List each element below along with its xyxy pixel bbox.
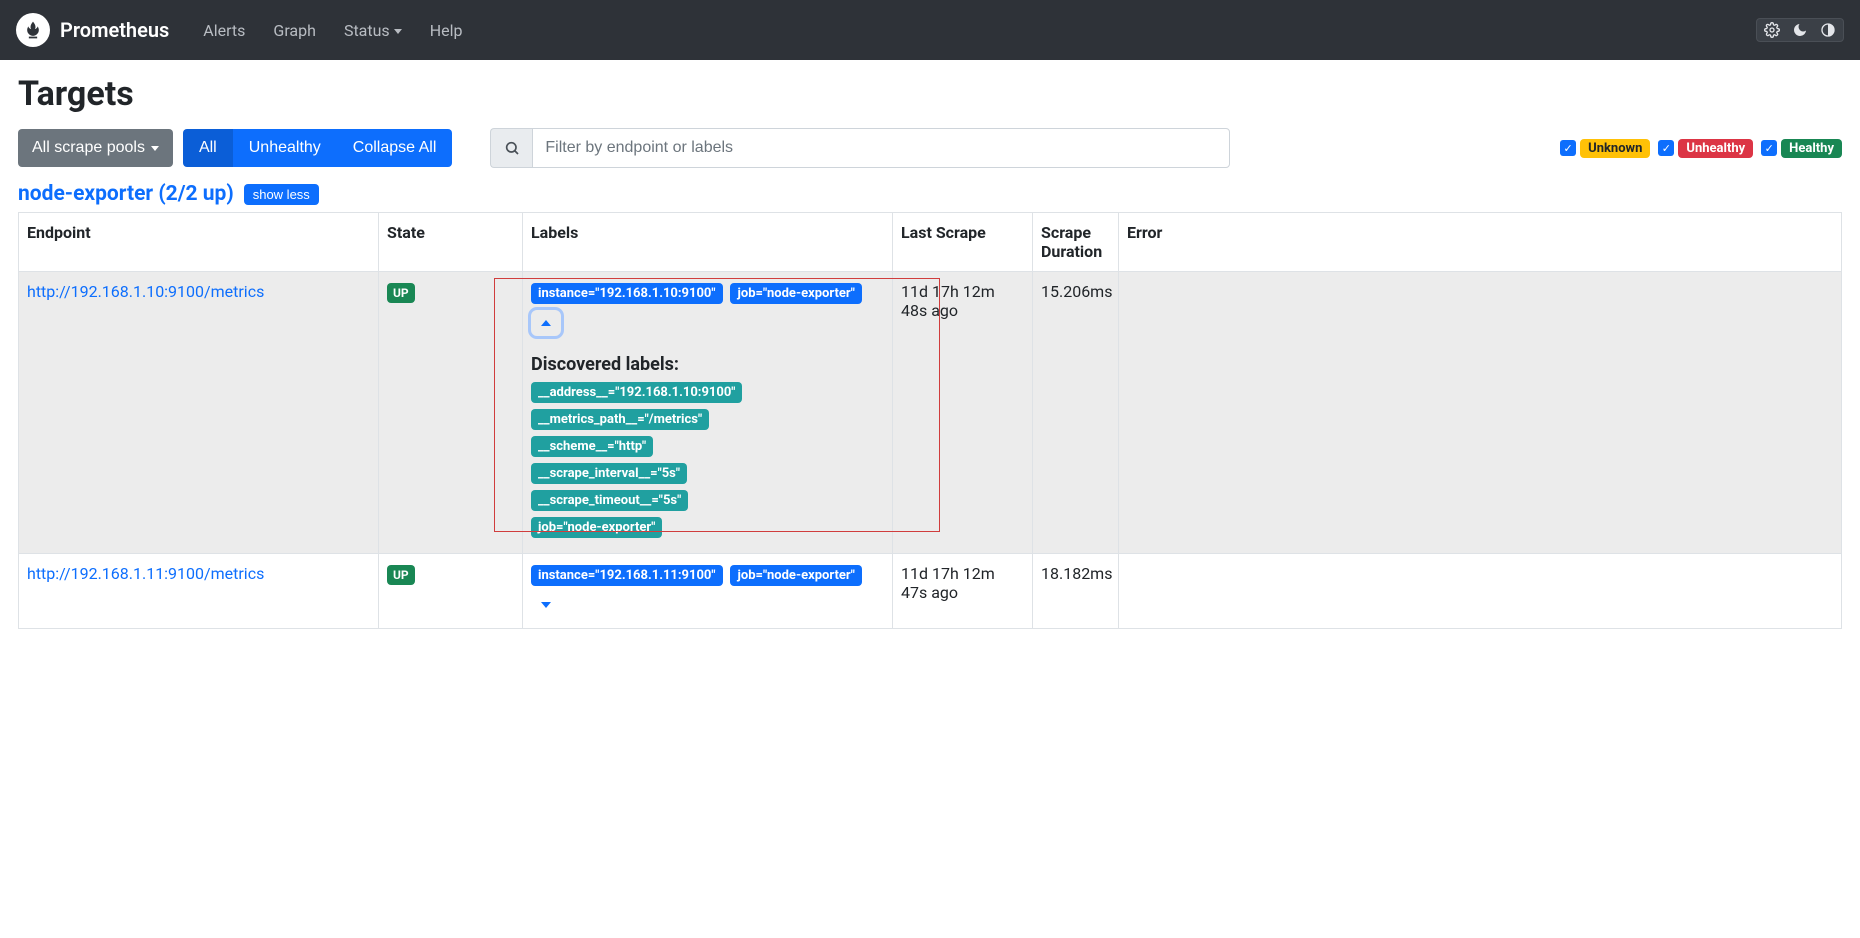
discovered-label: __scrape_timeout__="5s" <box>531 490 688 511</box>
scrape-error <box>1119 272 1842 554</box>
target-row: http://192.168.1.11:9100/metrics UP inst… <box>19 554 1842 629</box>
state-badge: UP <box>387 565 415 585</box>
target-row: http://192.168.1.10:9100/metrics UP inst… <box>19 272 1842 554</box>
labels-collapse-button[interactable] <box>531 310 561 336</box>
last-scrape: 11d 17h 12m 47s ago <box>893 554 1033 629</box>
brand-name: Prometheus <box>60 18 169 42</box>
discovered-label: __scheme__="http" <box>531 436 653 457</box>
targets-table: Endpoint State Labels Last Scrape Scrape… <box>18 212 1842 629</box>
search-input[interactable] <box>532 128 1230 168</box>
nav-status[interactable]: Status <box>334 15 412 46</box>
state-badge: UP <box>387 283 415 303</box>
scrape-pool-selector[interactable]: All scrape pools <box>18 129 173 167</box>
checkbox-icon[interactable]: ✓ <box>1560 140 1576 156</box>
contrast-icon[interactable] <box>1819 21 1837 39</box>
label-job: job="node-exporter" <box>730 565 861 586</box>
page-body: Targets All scrape pools All Unhealthy C… <box>0 60 1860 643</box>
endpoint-link[interactable]: http://192.168.1.10:9100/metrics <box>27 282 264 301</box>
col-error: Error <box>1119 213 1842 272</box>
brand[interactable]: Prometheus <box>16 13 169 47</box>
col-endpoint: Endpoint <box>19 213 379 272</box>
discovered-label: job="node-exporter" <box>531 517 662 538</box>
nav-right <box>1756 18 1844 42</box>
search-wrap <box>490 128 1230 168</box>
discovered-labels: Discovered labels: __address__="192.168.… <box>531 354 884 543</box>
filter-unhealthy[interactable]: Unhealthy <box>233 129 337 167</box>
legend-unknown[interactable]: ✓ Unknown <box>1560 139 1650 158</box>
checkbox-icon[interactable]: ✓ <box>1658 140 1674 156</box>
collapse-all[interactable]: Collapse All <box>337 129 453 167</box>
filter-pills: All Unhealthy Collapse All <box>183 129 452 167</box>
table-header-row: Endpoint State Labels Last Scrape Scrape… <box>19 213 1842 272</box>
endpoint-link[interactable]: http://192.168.1.11:9100/metrics <box>27 564 264 583</box>
pool-header: node-exporter (2/2 up) show less <box>18 182 1842 206</box>
legend-unhealthy-label: Unhealthy <box>1678 139 1753 158</box>
scrape-error <box>1119 554 1842 629</box>
legend-healthy[interactable]: ✓ Healthy <box>1761 139 1842 158</box>
discovered-label: __metrics_path__="/metrics" <box>531 409 709 430</box>
col-scrape-duration: Scrape Duration <box>1033 213 1119 272</box>
nav-graph[interactable]: Graph <box>263 15 326 46</box>
discovered-label: __address__="192.168.1.10:9100" <box>531 382 742 403</box>
discovered-labels-title: Discovered labels: <box>531 354 884 375</box>
nav-left: Prometheus Alerts Graph Status Help <box>16 13 472 47</box>
controls-row: All scrape pools All Unhealthy Collapse … <box>18 128 1842 168</box>
labels-expand-button[interactable] <box>531 592 561 618</box>
scrape-duration: 15.206ms <box>1033 272 1119 554</box>
filter-all[interactable]: All <box>183 129 233 167</box>
col-state: State <box>379 213 523 272</box>
last-scrape: 11d 17h 12m 48s ago <box>893 272 1033 554</box>
pool-title[interactable]: node-exporter (2/2 up) <box>18 182 234 206</box>
moon-icon[interactable] <box>1791 21 1809 39</box>
scrape-duration: 18.182ms <box>1033 554 1119 629</box>
legend: ✓ Unknown ✓ Unhealthy ✓ Healthy <box>1560 139 1842 158</box>
label-job: job="node-exporter" <box>730 283 861 304</box>
search-icon <box>490 128 532 168</box>
navbar: Prometheus Alerts Graph Status Help <box>0 0 1860 60</box>
gear-icon[interactable] <box>1763 21 1781 39</box>
nav-help[interactable]: Help <box>420 15 473 46</box>
label-instance: instance="192.168.1.11:9100" <box>531 565 723 586</box>
col-last-scrape: Last Scrape <box>893 213 1033 272</box>
discovered-label: __scrape_interval__="5s" <box>531 463 687 484</box>
show-less-button[interactable]: show less <box>244 184 319 205</box>
page-title: Targets <box>18 74 1842 114</box>
legend-unhealthy[interactable]: ✓ Unhealthy <box>1658 139 1753 158</box>
legend-unknown-label: Unknown <box>1580 139 1650 158</box>
theme-controls <box>1756 18 1844 42</box>
nav-alerts[interactable]: Alerts <box>193 15 255 46</box>
col-labels: Labels <box>523 213 893 272</box>
prometheus-logo-icon <box>16 13 50 47</box>
checkbox-icon[interactable]: ✓ <box>1761 140 1777 156</box>
legend-healthy-label: Healthy <box>1781 139 1842 158</box>
label-instance: instance="192.168.1.10:9100" <box>531 283 723 304</box>
